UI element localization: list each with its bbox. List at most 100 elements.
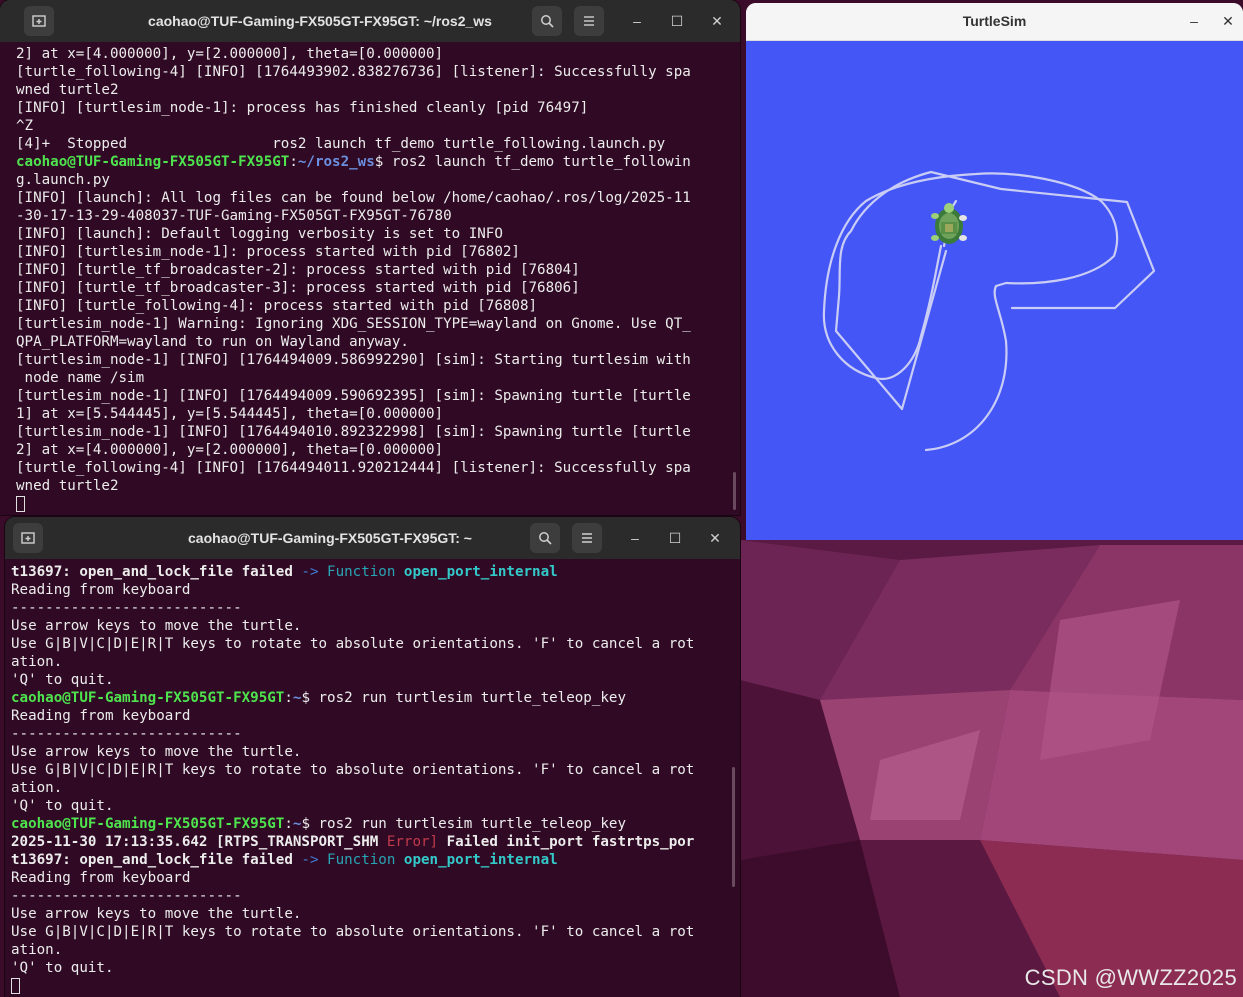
terminal-line: caohao@TUF-Gaming-FX505GT-FX95GT:~$ ros2… bbox=[5, 689, 740, 707]
terminal-line: Reading from keyboard bbox=[5, 581, 740, 599]
terminal-line: Use arrow keys to move the turtle. bbox=[5, 743, 740, 761]
terminal-text: Reading from keyboard bbox=[11, 582, 191, 598]
prompt-separator: : bbox=[284, 690, 293, 706]
new-tab-icon[interactable] bbox=[13, 523, 43, 553]
terminal-line: t13697: open_and_lock_file failed -> Fun… bbox=[5, 851, 740, 869]
terminal-output[interactable]: 2] at x=[4.000000], y=[2.000000], theta=… bbox=[0, 45, 740, 515]
terminal-text: [turtlesim_node-1] [INFO] [1764494009.58… bbox=[16, 352, 691, 368]
close-button[interactable]: ✕ bbox=[700, 523, 730, 553]
close-button[interactable]: ✕ bbox=[702, 6, 732, 36]
terminal-timestamp: 2025-11-30 17:13:35.642 bbox=[11, 834, 208, 850]
terminal-text: 2] at x=[4.000000], y=[2.000000], theta=… bbox=[16, 46, 444, 62]
terminal-line: [INFO] [turtlesim_node-1]: process start… bbox=[0, 243, 740, 261]
search-icon[interactable] bbox=[530, 523, 560, 553]
terminal-function-label: Function bbox=[327, 852, 396, 868]
terminal-line: [INFO] [turtlesim_node-1]: process has f… bbox=[0, 99, 740, 117]
minimize-button[interactable]: – bbox=[620, 523, 650, 553]
desktop-wallpaper: caohao@TUF-Gaming-FX505GT-FX95GT: ~/ros2… bbox=[0, 0, 1243, 997]
terminal-text: 2] at x=[4.000000], y=[2.000000], theta=… bbox=[16, 442, 444, 458]
terminal-text: 'Q' to quit. bbox=[11, 798, 114, 814]
terminal-line: --------------------------- bbox=[5, 599, 740, 617]
terminal-line: 'Q' to quit. bbox=[5, 671, 740, 689]
terminal-line: 2025-11-30 17:13:35.642 [RTPS_TRANSPORT_… bbox=[5, 833, 740, 851]
terminal-line: 2] at x=[4.000000], y=[2.000000], theta=… bbox=[0, 441, 740, 459]
terminal-line: [INFO] [turtle_tf_broadcaster-3]: proces… bbox=[0, 279, 740, 297]
terminal-function-label: Function bbox=[327, 564, 396, 580]
terminal-line: [turtlesim_node-1] [INFO] [1764494009.58… bbox=[0, 351, 740, 369]
terminal-header-bar[interactable]: caohao@TUF-Gaming-FX505GT-FX95GT: ~ – ☐ … bbox=[5, 517, 740, 559]
terminal-text: --------------------------- bbox=[11, 888, 242, 904]
new-tab-icon[interactable] bbox=[24, 6, 54, 36]
terminal-line: ation. bbox=[5, 779, 740, 797]
terminal-scrollbar[interactable] bbox=[732, 767, 735, 887]
terminal-prompt-path: ~/ros2_ws bbox=[297, 154, 375, 170]
terminal-text: Use arrow keys to move the turtle. bbox=[11, 906, 302, 922]
terminal-text: ation. bbox=[11, 654, 63, 670]
terminal-text: ation. bbox=[11, 780, 63, 796]
terminal-text: g.launch.py bbox=[16, 172, 110, 188]
terminal-line: [turtlesim_node-1] Warning: Ignoring XDG… bbox=[0, 315, 740, 333]
watermark-text: CSDN @WWZZ2025 bbox=[1024, 965, 1237, 990]
terminal-line: [INFO] [launch]: All log files can be fo… bbox=[0, 189, 740, 207]
terminal-title: caohao@TUF-Gaming-FX505GT-FX95GT: ~ bbox=[188, 530, 472, 546]
hamburger-menu-icon[interactable] bbox=[574, 6, 604, 36]
terminal-line: ^Z bbox=[0, 117, 740, 135]
terminal-header-bar[interactable]: caohao@TUF-Gaming-FX505GT-FX95GT: ~/ros2… bbox=[0, 0, 740, 42]
terminal-text: [INFO] [turtle_tf_broadcaster-2]: proces… bbox=[16, 262, 580, 278]
terminal-text: [turtlesim_node-1] Warning: Ignoring XDG… bbox=[16, 316, 691, 332]
terminal-cursor bbox=[16, 496, 25, 512]
terminal-line: ation. bbox=[5, 941, 740, 959]
hamburger-menu-icon[interactable] bbox=[572, 523, 602, 553]
terminal-line: Reading from keyboard bbox=[5, 707, 740, 725]
terminal-text: wned turtle2 bbox=[16, 478, 119, 494]
minimize-button[interactable]: – bbox=[622, 6, 652, 36]
terminal-line: QPA_PLATFORM=wayland to run on Wayland a… bbox=[0, 333, 740, 351]
terminal-error-text: t13697: open_and_lock_file failed bbox=[11, 852, 293, 868]
terminal-line: [INFO] [turtle_tf_broadcaster-2]: proces… bbox=[0, 261, 740, 279]
terminal-error-tag: Error] bbox=[386, 834, 439, 850]
terminal-text: --------------------------- bbox=[11, 600, 242, 616]
close-button[interactable]: ✕ bbox=[1214, 7, 1242, 35]
terminal-line: --------------------------- bbox=[5, 887, 740, 905]
terminal-transport-tag: [RTPS_TRANSPORT_SHM bbox=[207, 834, 387, 850]
turtlesim-header-bar[interactable]: TurtleSim – ✕ bbox=[746, 3, 1243, 41]
turtle-trail bbox=[822, 170, 1156, 452]
terminal-scrollbar[interactable] bbox=[733, 472, 736, 510]
terminal-output[interactable]: t13697: open_and_lock_file failed -> Fun… bbox=[5, 563, 740, 997]
terminal-cursor-line[interactable] bbox=[5, 977, 740, 995]
terminal-error-text: t13697: open_and_lock_file failed bbox=[11, 564, 293, 580]
terminal-command: $ ros2 run turtlesim turtle_teleop_key bbox=[301, 816, 627, 832]
maximize-button[interactable]: ☐ bbox=[662, 6, 692, 36]
minimize-button[interactable]: – bbox=[1180, 7, 1208, 35]
turtlesim-window[interactable]: TurtleSim – ✕ bbox=[746, 3, 1243, 540]
terminal-text: ^Z bbox=[16, 118, 34, 134]
terminal-line: 'Q' to quit. bbox=[5, 959, 740, 977]
terminal-cursor-line[interactable] bbox=[0, 495, 740, 513]
terminal-window-home[interactable]: caohao@TUF-Gaming-FX505GT-FX95GT: ~ – ☐ … bbox=[5, 517, 740, 997]
terminal-command: $ ros2 launch tf_demo turtle_followin bbox=[374, 154, 691, 170]
terminal-text: Reading from keyboard bbox=[11, 870, 191, 886]
terminal-line: Reading from keyboard bbox=[5, 869, 740, 887]
terminal-line: Use arrow keys to move the turtle. bbox=[5, 905, 740, 923]
terminal-text: Use arrow keys to move the turtle. bbox=[11, 618, 302, 634]
terminal-error-message: Failed init_port fastrtps_por bbox=[438, 834, 695, 850]
terminal-line: 1] at x=[5.544445], y=[5.544445], theta=… bbox=[0, 405, 740, 423]
terminal-text: [turtle_following-4] [INFO] [1764493902.… bbox=[16, 64, 691, 80]
terminal-text: 'Q' to quit. bbox=[11, 960, 114, 976]
terminal-line: [turtlesim_node-1] [INFO] [1764494009.59… bbox=[0, 387, 740, 405]
terminal-line: --------------------------- bbox=[5, 725, 740, 743]
terminal-text: --------------------------- bbox=[11, 726, 242, 742]
terminal-text: Use arrow keys to move the turtle. bbox=[11, 744, 302, 760]
terminal-line: [turtle_following-4] [INFO] [1764493902.… bbox=[0, 63, 740, 81]
search-icon[interactable] bbox=[532, 6, 562, 36]
terminal-text: [4]+ Stopped ros2 launch tf_demo turtle_… bbox=[16, 136, 666, 152]
turtlesim-canvas[interactable] bbox=[746, 41, 1243, 540]
terminal-arrow: -> bbox=[292, 852, 328, 868]
terminal-command: $ ros2 run turtlesim turtle_teleop_key bbox=[301, 690, 627, 706]
terminal-window-ros2-ws[interactable]: caohao@TUF-Gaming-FX505GT-FX95GT: ~/ros2… bbox=[0, 0, 740, 515]
terminal-text: [INFO] [launch]: All log files can be fo… bbox=[16, 190, 691, 206]
terminal-function-name: open_port_internal bbox=[395, 564, 558, 580]
terminal-text: node name /sim bbox=[16, 370, 145, 386]
terminal-cursor bbox=[11, 978, 20, 994]
maximize-button[interactable]: ☐ bbox=[660, 523, 690, 553]
